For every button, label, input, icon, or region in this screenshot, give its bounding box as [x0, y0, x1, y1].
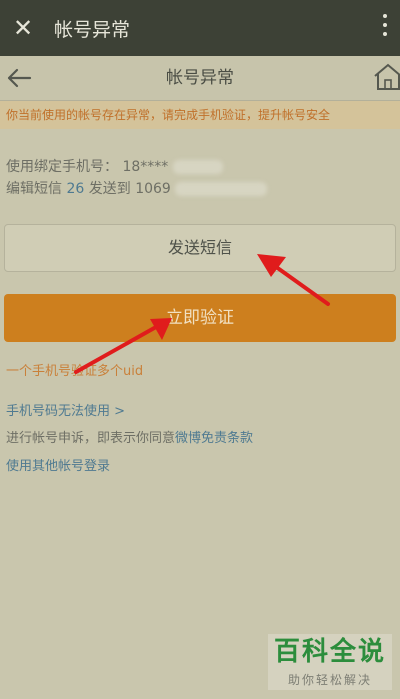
home-icon[interactable]: [372, 62, 400, 92]
phone-label: 使用绑定手机号：: [6, 159, 118, 175]
phone-number-redacted: [172, 160, 223, 174]
verify-now-button[interactable]: 立即验证: [4, 294, 396, 342]
close-icon[interactable]: ✕: [0, 0, 46, 56]
warning-banner: 你当前使用的帐号存在异常，请完成手机验证，提升帐号安全: [0, 101, 400, 129]
multi-uid-link[interactable]: 一个手机号验证多个uid: [6, 360, 143, 379]
sms-code: 26: [66, 181, 85, 197]
phone-unusable-link[interactable]: 手机号码无法使用 >: [6, 400, 125, 419]
appeal-text: 进行帐号申诉，即表示你同意微博免责条款: [6, 427, 253, 446]
watermark-logo: 百科全说 助你轻松解决: [268, 634, 392, 694]
other-account-link[interactable]: 使用其他帐号登录: [6, 455, 110, 474]
page-title: 帐号异常: [166, 68, 234, 88]
send-sms-button[interactable]: 发送短信: [4, 224, 396, 272]
verification-info: 使用绑定手机号： 18**** 编辑短信 26 发送到 1069: [6, 156, 268, 200]
app-bar-title: 帐号异常: [54, 18, 131, 41]
sms-prefix: 编辑短信: [6, 181, 62, 197]
terms-link[interactable]: 微博免责条款: [175, 431, 253, 446]
sms-target: 1069: [135, 181, 171, 197]
phone-number: 18****: [122, 159, 169, 175]
watermark-title: 百科全说: [268, 634, 392, 670]
phone-line: 使用绑定手机号： 18****: [6, 156, 267, 178]
app-bar: ✕ 帐号异常: [0, 0, 400, 56]
appeal-prefix: 进行帐号申诉，即表示你同意: [6, 431, 176, 446]
nav-bar: 帐号异常: [0, 56, 400, 101]
more-vertical-icon[interactable]: [382, 14, 388, 42]
sms-middle: 发送到: [88, 181, 131, 197]
sms-target-redacted: [175, 182, 268, 196]
sms-line: 编辑短信 26 发送到 1069: [6, 178, 268, 200]
watermark-subtitle: 助你轻松解决: [268, 670, 392, 690]
